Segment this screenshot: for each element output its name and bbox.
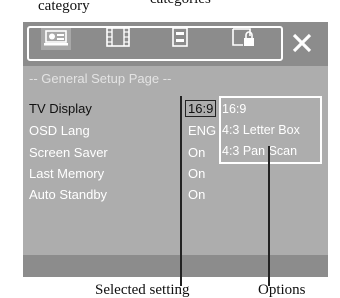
setting-last-memory[interactable]: Last Memory [29,166,104,181]
category-callout: category [38,0,90,14]
screen-saver-value: On [188,145,206,160]
osd-lang-value: ENG [188,123,217,138]
preference-icon [167,26,193,52]
page-title: -- General Setup Page -- [29,71,172,86]
tab-video-setup[interactable] [103,26,133,52]
selected-setting-callout: Selected setting [95,282,190,298]
options-leader [268,146,270,286]
dvd-setup-screen: -- General Setup Page -- TV Display OSD … [23,22,328,277]
general-setup-page: -- General Setup Page -- TV Display OSD … [23,66,328,277]
close-button[interactable] [291,32,313,54]
setting-osd-lang[interactable]: OSD Lang [29,123,90,138]
tab-password[interactable] [228,27,258,52]
last-memory-value: On [188,166,206,181]
setting-screen-saver[interactable]: Screen Saver [29,145,108,160]
setting-tv-display[interactable]: TV Display [29,101,92,116]
category-toolbar [23,22,328,66]
tab-preference[interactable] [165,26,195,52]
general-setup-icon [43,27,69,52]
setting-auto-standby[interactable]: Auto Standby [29,187,107,202]
password-lock-icon [230,27,256,52]
tab-general-setup[interactable] [41,28,71,50]
option-16-9[interactable]: 16:9 [222,102,246,116]
selected-setting-leader [180,96,182,286]
categories-callout: categories [150,0,211,7]
option-4-3-pan-scan[interactable]: 4:3 Pan Scan [222,144,297,158]
film-icon [105,26,131,52]
option-4-3-letter-box[interactable]: 4:3 Letter Box [222,123,300,137]
options-callout: Options [258,282,306,298]
footer-bar [23,255,328,277]
close-icon [291,33,313,58]
tv-display-value[interactable]: 16:9 [185,100,217,117]
auto-standby-value: On [188,187,206,202]
